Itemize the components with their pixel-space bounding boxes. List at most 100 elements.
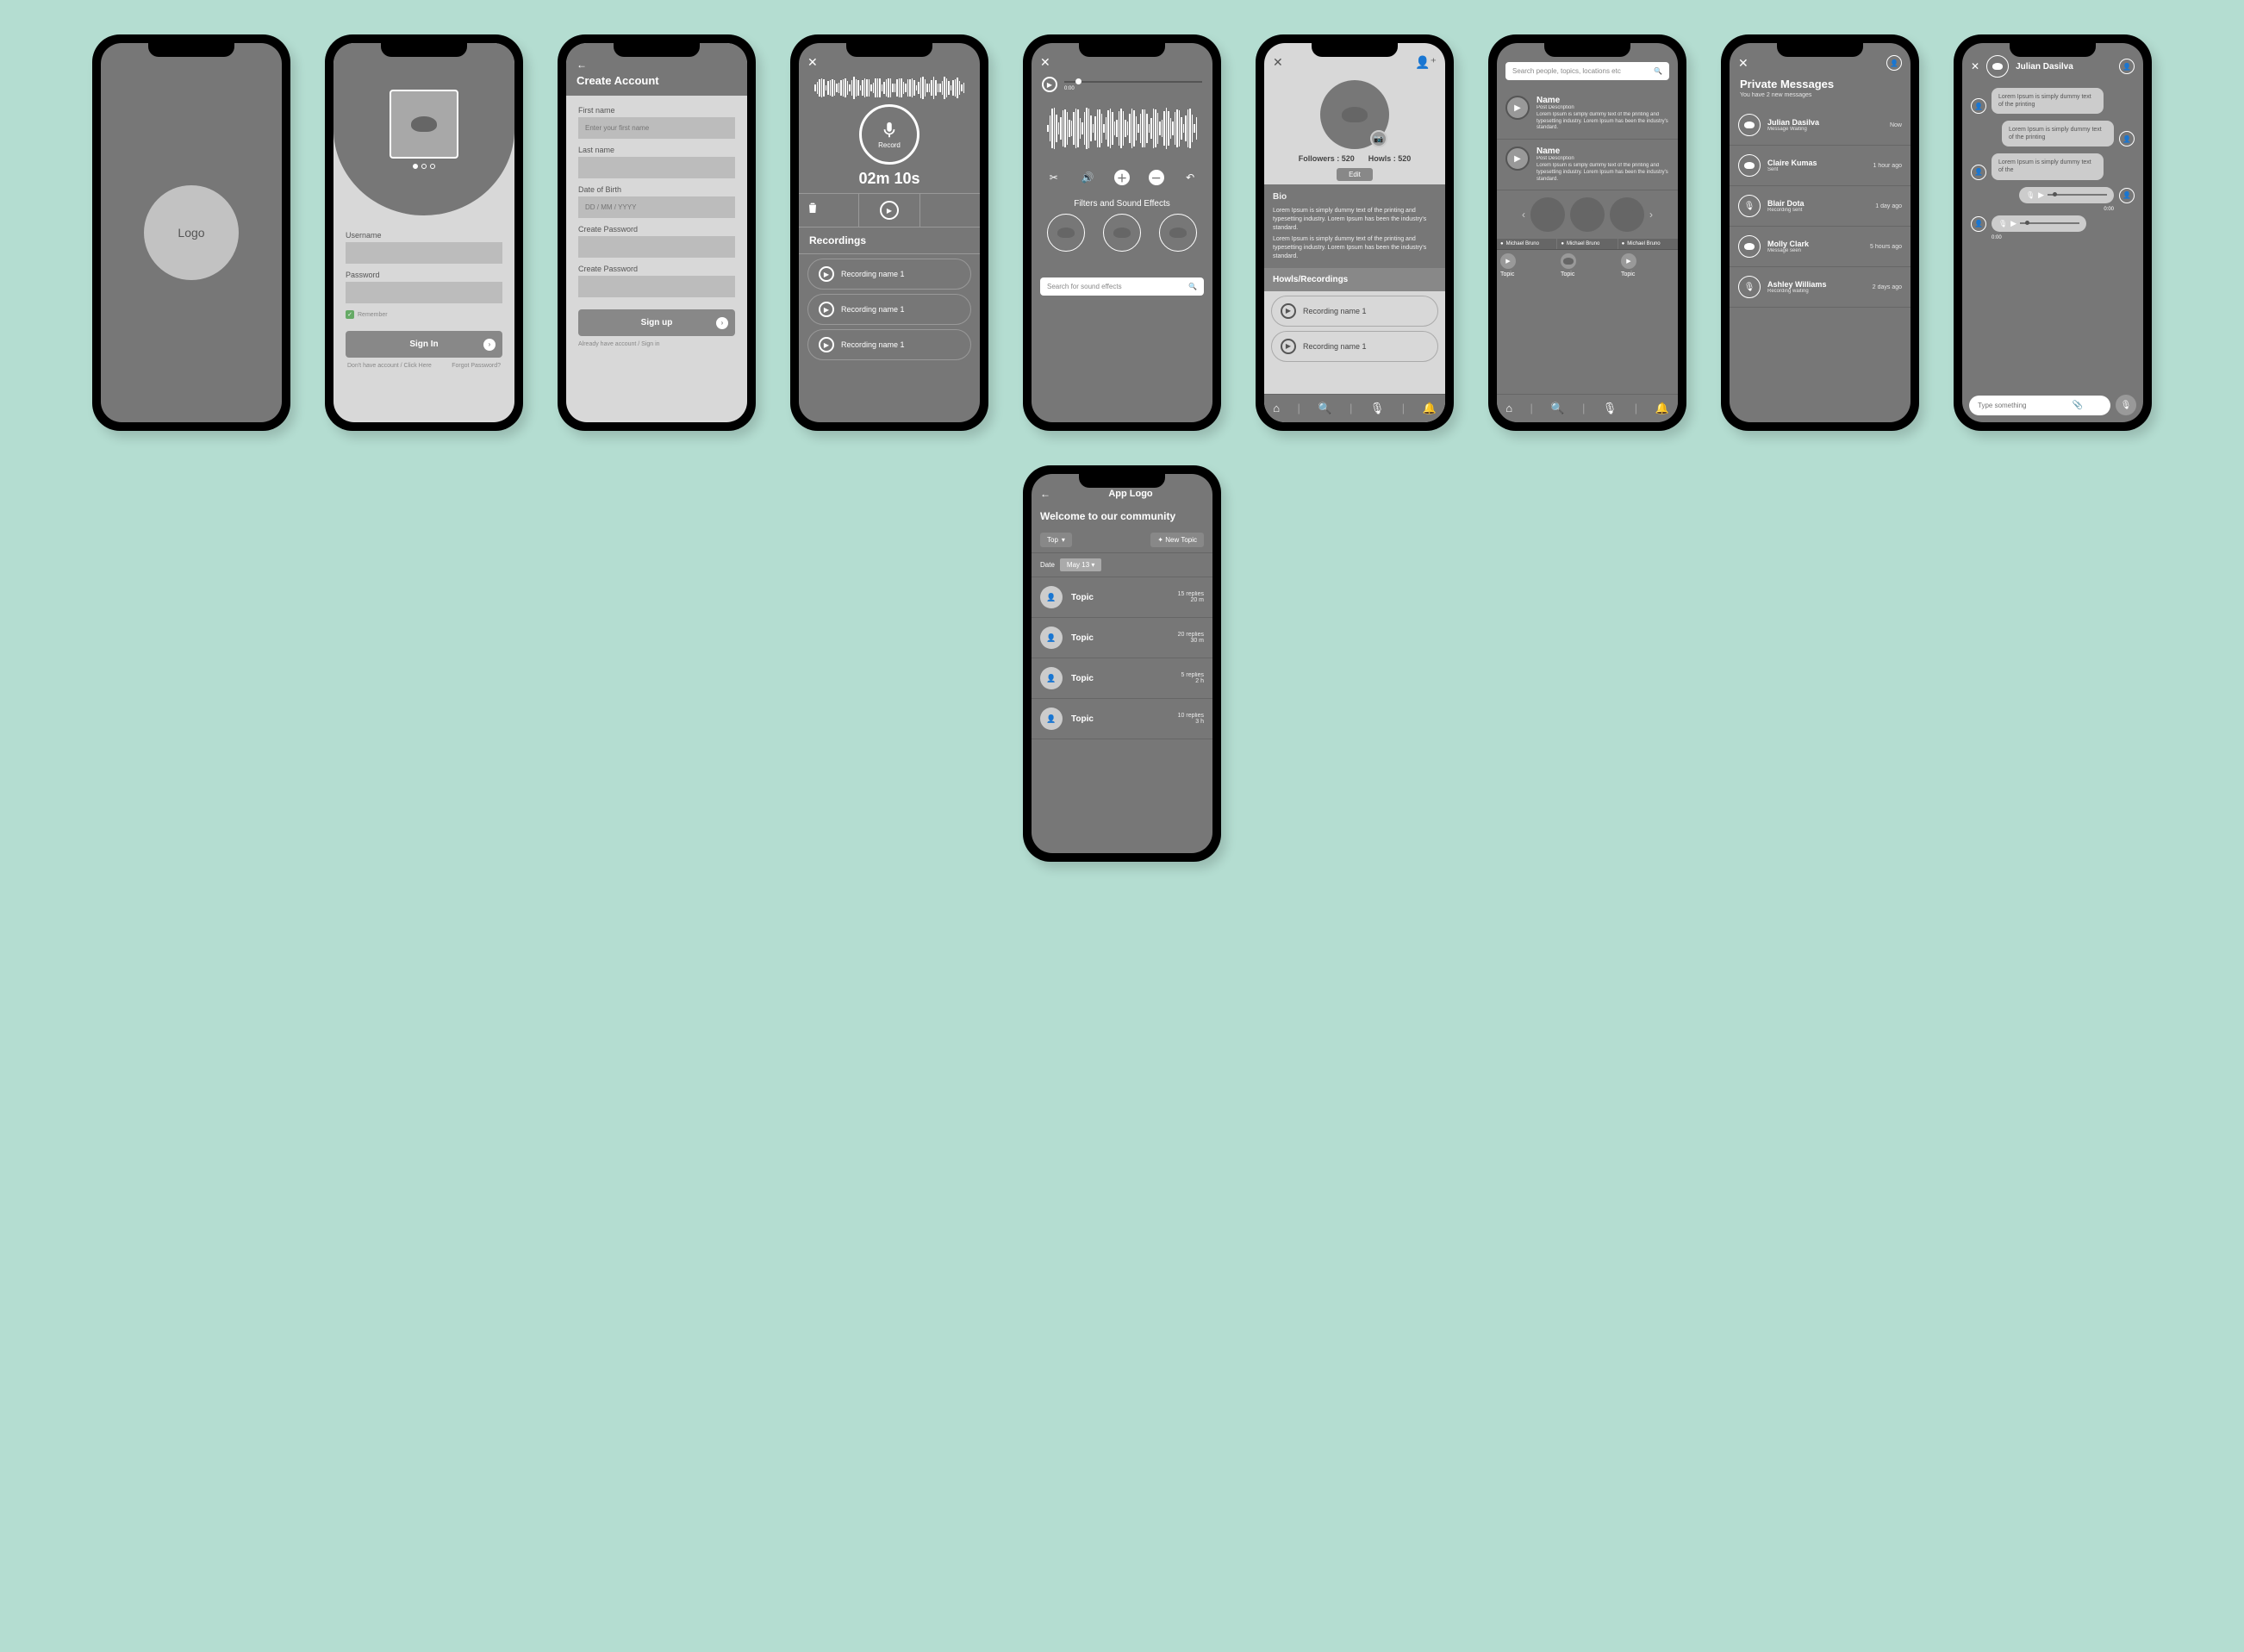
topic-row[interactable]: 👤Topic20 replies30 m bbox=[1032, 618, 1212, 658]
send-mic-button[interactable]: 🎙 bbox=[2116, 395, 2136, 415]
date-filter[interactable]: May 13 ▾ bbox=[1060, 558, 1101, 571]
cut-icon[interactable]: ✂ bbox=[1046, 170, 1062, 185]
search-effects-input[interactable]: Search for sound effects🔍 bbox=[1040, 277, 1204, 296]
recording-item[interactable]: ▶Recording name 1 bbox=[807, 259, 971, 290]
record-button[interactable]: Record bbox=[859, 104, 919, 165]
progress-bar[interactable] bbox=[1064, 81, 1202, 83]
mic-icon bbox=[880, 121, 899, 140]
splash-screen: Logo bbox=[101, 43, 282, 422]
close-icon[interactable] bbox=[1273, 55, 1283, 70]
message-row[interactable]: Molly ClarkMessage seen5 hours ago bbox=[1730, 227, 1911, 267]
remove-icon[interactable]: － bbox=[1149, 170, 1164, 185]
user-icon: 👤 bbox=[1040, 627, 1063, 649]
lastname-input[interactable] bbox=[578, 157, 735, 178]
chat-bubble: Lorem Ipsum is simply dummy text of the … bbox=[1992, 88, 2104, 114]
add-icon[interactable]: ＋ bbox=[1114, 170, 1130, 185]
pager-dots[interactable] bbox=[413, 164, 435, 169]
message-row[interactable]: Claire KumasSent1 hour ago bbox=[1730, 146, 1911, 186]
password2-input[interactable] bbox=[578, 276, 735, 297]
mic-icon[interactable]: 🎙 bbox=[1603, 402, 1618, 415]
story-carousel[interactable]: ‹ › bbox=[1497, 190, 1678, 239]
story-item[interactable] bbox=[1570, 197, 1605, 232]
mic-icon[interactable]: 🎙 bbox=[1370, 402, 1385, 415]
forgot-password-link[interactable]: Forgot Password? bbox=[452, 363, 501, 369]
create-account-link[interactable]: Don't have account / Click Here bbox=[347, 363, 432, 369]
phone-editor: ▶ 0:00 ✂ 🔊 ＋ － ↶ Filters and Sound Effec… bbox=[1023, 34, 1221, 431]
voice-bubble[interactable]: 🎙▶ bbox=[2019, 187, 2114, 203]
message-time: 2 days ago bbox=[1873, 284, 1902, 290]
back-icon[interactable] bbox=[1040, 488, 1050, 500]
home-icon[interactable]: ⌂ bbox=[1505, 402, 1512, 415]
feed-post[interactable]: ▶ NamePost DescriptionLorem Ipsum is sim… bbox=[1497, 140, 1678, 190]
reply-count: 15 replies bbox=[1178, 591, 1204, 597]
new-topic-button[interactable]: ✦ New Topic bbox=[1150, 533, 1204, 547]
recording-item[interactable]: ▶Recording name 1 bbox=[807, 294, 971, 325]
chevron-left-icon[interactable]: ‹ bbox=[1522, 209, 1525, 221]
feed-post[interactable]: ▶ NamePost DescriptionLorem Ipsum is sim… bbox=[1497, 89, 1678, 140]
signup-button[interactable]: Sign up› bbox=[578, 309, 735, 336]
search-icon: 🔍 bbox=[1188, 283, 1197, 290]
password-input[interactable] bbox=[346, 282, 502, 303]
firstname-input[interactable] bbox=[578, 117, 735, 139]
close-icon[interactable] bbox=[1040, 55, 1050, 70]
play-button[interactable]: ▶ bbox=[1042, 77, 1057, 92]
camera-icon[interactable]: 📷 bbox=[1370, 130, 1387, 147]
volume-icon[interactable]: 🔊 bbox=[1080, 170, 1095, 185]
close-icon[interactable] bbox=[1971, 60, 1979, 72]
topic-cell[interactable]: ▶Topic bbox=[1618, 250, 1678, 281]
effect-preset[interactable] bbox=[1103, 214, 1141, 252]
add-user-icon[interactable]: 👤⁺ bbox=[1415, 55, 1437, 70]
edit-button[interactable]: Edit bbox=[1337, 168, 1373, 181]
search-input[interactable]: Search people, topics, locations etc🔍 bbox=[1505, 62, 1669, 80]
topic-row[interactable]: 👤Topic10 replies3 h bbox=[1032, 699, 1212, 739]
remember-checkbox[interactable]: ✓Remember bbox=[346, 310, 502, 319]
mic-icon: 🎙 bbox=[1738, 195, 1761, 217]
message-time: 1 hour ago bbox=[1873, 163, 1902, 169]
back-icon[interactable] bbox=[577, 59, 587, 71]
topic-row[interactable]: 👤Topic5 replies2 h bbox=[1032, 658, 1212, 699]
attach-icon[interactable]: 📎 bbox=[2073, 401, 2083, 410]
bell-icon[interactable]: 🔔 bbox=[1423, 402, 1437, 415]
user-icon[interactable]: 👤 bbox=[1886, 55, 1902, 71]
play-icon[interactable]: ▶ bbox=[1505, 146, 1530, 171]
signin-button[interactable]: Sign In› bbox=[346, 331, 502, 358]
dob-input[interactable] bbox=[578, 196, 735, 218]
story-item[interactable] bbox=[1530, 197, 1565, 232]
recording-item[interactable]: ▶Recording name 1 bbox=[1271, 296, 1438, 327]
voice-bubble[interactable]: 🎙▶ bbox=[1992, 215, 2086, 232]
profile-avatar[interactable]: 📷 bbox=[1320, 80, 1389, 149]
message-row[interactable]: 🎙Ashley WilliamsRecording waiting2 days … bbox=[1730, 267, 1911, 308]
user-icon[interactable]: 👤 bbox=[2119, 59, 2135, 74]
effect-preset[interactable] bbox=[1047, 214, 1085, 252]
password1-input[interactable] bbox=[578, 236, 735, 258]
topic-row[interactable]: 👤Topic15 replies20 m bbox=[1032, 577, 1212, 618]
message-input[interactable] bbox=[1969, 396, 2110, 415]
followers-count: Followers : 520 bbox=[1299, 154, 1355, 163]
message-time: Now bbox=[1890, 122, 1902, 128]
more-button[interactable] bbox=[920, 194, 980, 227]
delete-button[interactable] bbox=[799, 194, 859, 227]
topic-cell[interactable]: Topic bbox=[1557, 250, 1618, 281]
message-row[interactable]: Julian DasilvaMessage WaitingNow bbox=[1730, 105, 1911, 146]
play-button[interactable]: ▶ bbox=[859, 194, 919, 227]
effect-preset[interactable] bbox=[1159, 214, 1197, 252]
recording-item[interactable]: ▶Recording name 1 bbox=[1271, 331, 1438, 362]
undo-icon[interactable]: ↶ bbox=[1182, 170, 1198, 185]
already-account-link[interactable]: Already have account / Sign in bbox=[578, 341, 735, 347]
phone-record: Record 02m 10s ▶ Recordings ▶Recording n… bbox=[790, 34, 988, 431]
sort-dropdown[interactable]: Top▾ bbox=[1040, 533, 1072, 547]
close-icon[interactable] bbox=[807, 55, 818, 70]
chevron-right-icon[interactable]: › bbox=[1649, 209, 1653, 221]
username-input[interactable] bbox=[346, 242, 502, 264]
search-icon[interactable]: 🔍 bbox=[1318, 402, 1331, 415]
bell-icon[interactable]: 🔔 bbox=[1655, 402, 1669, 415]
home-icon[interactable]: ⌂ bbox=[1273, 402, 1280, 415]
story-item[interactable] bbox=[1610, 197, 1644, 232]
search-icon[interactable]: 🔍 bbox=[1550, 402, 1564, 415]
chat-avatar[interactable] bbox=[1986, 55, 2009, 78]
close-icon[interactable] bbox=[1738, 56, 1748, 71]
message-row[interactable]: 🎙Blair DotaRecording sent1 day ago bbox=[1730, 186, 1911, 227]
recording-item[interactable]: ▶Recording name 1 bbox=[807, 329, 971, 360]
play-icon[interactable]: ▶ bbox=[1505, 96, 1530, 120]
topic-cell[interactable]: ▶Topic bbox=[1497, 250, 1557, 281]
